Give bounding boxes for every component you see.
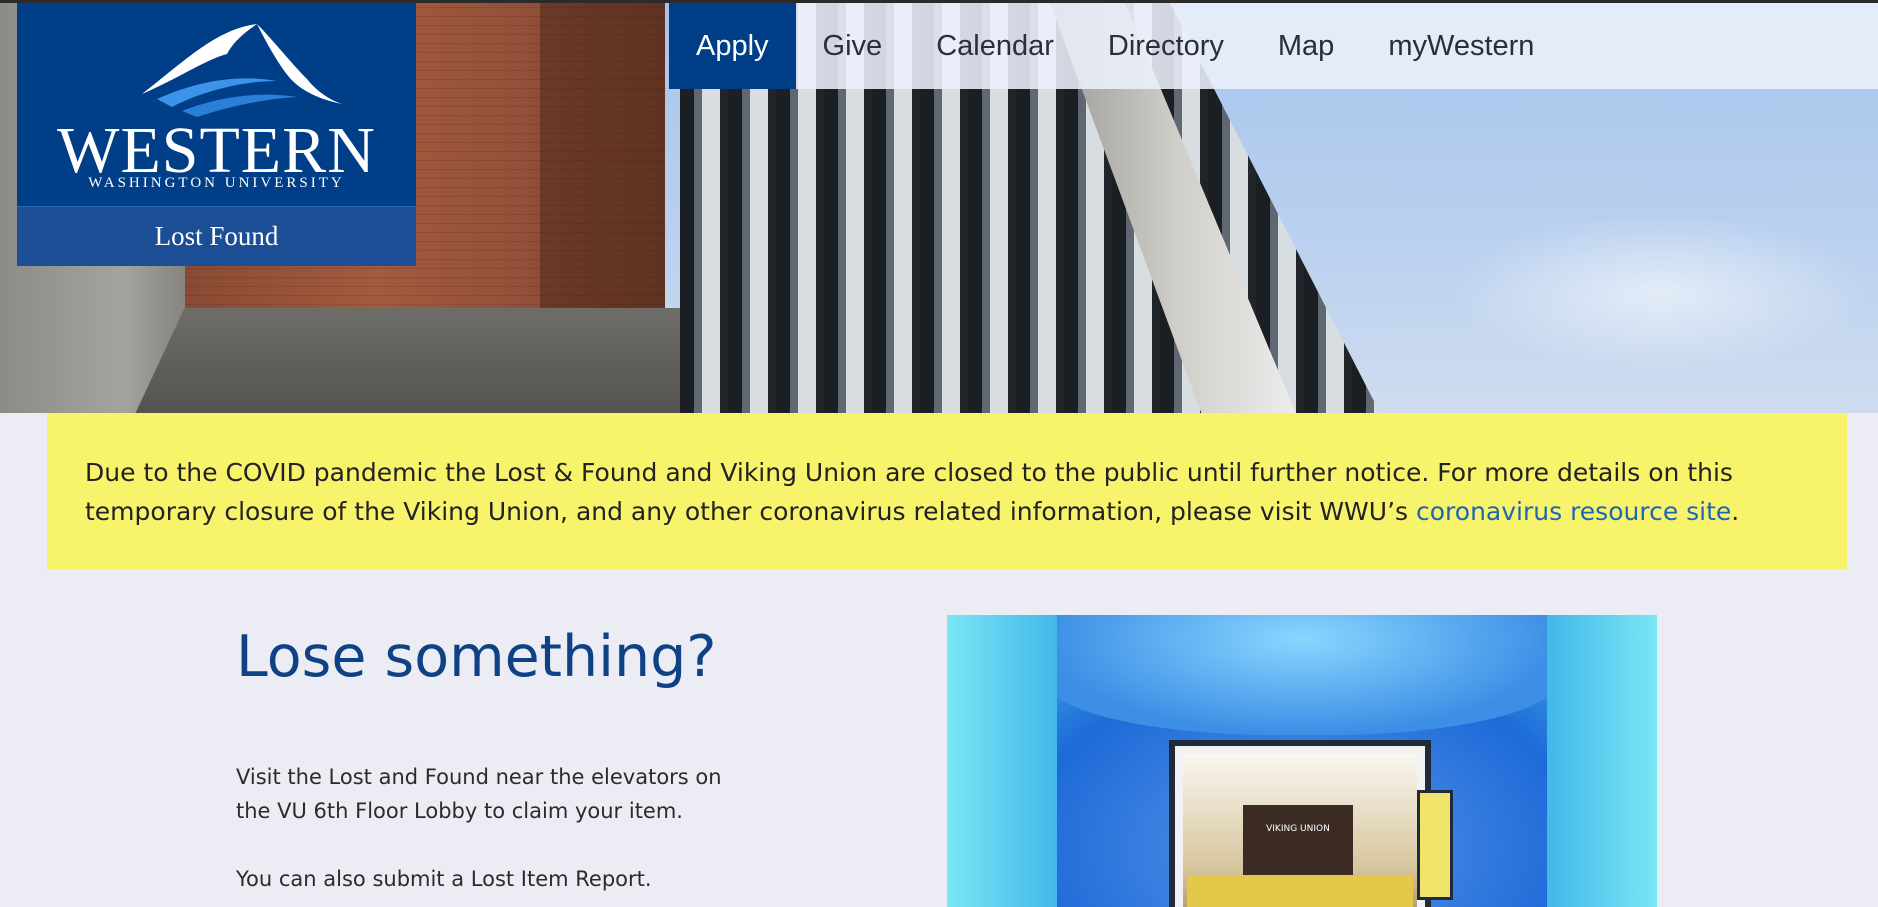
nav-calendar[interactable]: Calendar xyxy=(909,3,1081,89)
lost-found-instructions: Visit the Lost and Found near the elevat… xyxy=(236,765,722,823)
lost-item-report-text: You can also submit a Lost Item Report. xyxy=(236,867,652,891)
covid-alert-banner: Due to the COVID pandemic the Lost & Fou… xyxy=(47,413,1847,569)
coronavirus-resource-link[interactable]: coronavirus resource site xyxy=(1416,497,1731,526)
photo-bulletin-board xyxy=(1417,790,1453,900)
logo-subtitle: WASHINGTON UNIVERSITY xyxy=(88,175,345,191)
photo-counter xyxy=(1187,875,1413,907)
top-navigation: Apply Give Calendar Directory Map myWest… xyxy=(669,3,1561,89)
university-logo[interactable]: WESTERN WASHINGTON UNIVERSITY Lost Found xyxy=(17,3,416,266)
photo-right-wall xyxy=(1547,615,1657,907)
site-name[interactable]: Lost Found xyxy=(17,207,416,266)
alert-text-end: . xyxy=(1731,497,1740,526)
photo-left-wall xyxy=(947,615,1057,907)
nav-apply[interactable]: Apply xyxy=(669,3,796,89)
nav-map[interactable]: Map xyxy=(1251,3,1361,89)
hero-cloud xyxy=(1450,213,1870,373)
lobby-photo: VIKING UNION xyxy=(947,615,1657,907)
page-heading: Lose something? xyxy=(236,624,717,690)
hero-concrete-ledge xyxy=(135,308,745,413)
nav-give[interactable]: Give xyxy=(796,3,910,89)
mountain-wave-logo-icon xyxy=(142,24,342,117)
nav-mywestern[interactable]: myWestern xyxy=(1361,3,1561,89)
photo-ceiling xyxy=(1047,615,1557,735)
nav-directory[interactable]: Directory xyxy=(1081,3,1251,89)
photo-poster: VIKING UNION xyxy=(1243,805,1353,875)
